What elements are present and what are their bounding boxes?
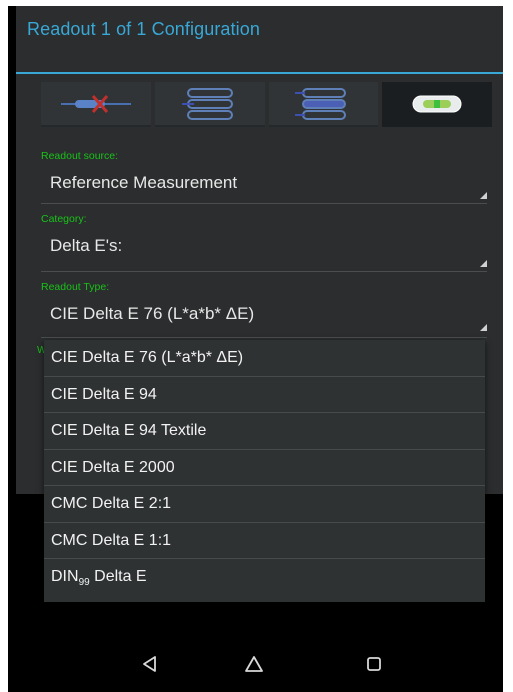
readout-capsule-icon (412, 95, 462, 112)
nav-back-button[interactable] (130, 644, 170, 684)
field-underline (41, 337, 487, 338)
nav-home-button[interactable] (234, 644, 274, 684)
readout-source-label: Readout source: (41, 150, 119, 162)
option-cie2000[interactable]: CIE Delta E 2000 (44, 450, 485, 486)
tab-bar (41, 82, 492, 127)
device-screen: Readout 1 of 1 Configuration Readout sou… (8, 6, 503, 692)
option-cie94[interactable]: CIE Delta E 94 (44, 377, 485, 413)
readout-type-select[interactable]: CIE Delta E 76 (L*a*b* ΔE) (50, 304, 254, 324)
dialog-title: Readout 1 of 1 Configuration (27, 19, 260, 39)
option-din99-rest: Delta E (89, 568, 147, 585)
category-label: Category: (41, 213, 87, 225)
option-cmc-11[interactable]: CMC Delta E 1:1 (44, 523, 485, 559)
option-cmc-21[interactable]: CMC Delta E 2:1 (44, 486, 485, 523)
crossed-probe-icon (60, 94, 131, 113)
nav-recents-button[interactable] (354, 644, 394, 684)
stacked-bars-alt-icon (295, 87, 347, 120)
readout-type-dropdown: CIE Delta E 76 (L*a*b* ΔE) CIE Delta E 9… (44, 340, 485, 602)
recents-square-icon (367, 657, 381, 671)
system-navbar (8, 636, 503, 692)
dropdown-caret-icon (480, 260, 487, 267)
home-icon (245, 656, 263, 672)
option-din99-sub: 99 (78, 577, 90, 589)
category-select[interactable]: Delta E's: (50, 236, 122, 256)
back-triangle-icon (143, 656, 156, 672)
readout-source-select[interactable]: Reference Measurement (50, 173, 237, 193)
dropdown-caret-icon (480, 192, 487, 199)
tab-readout[interactable] (382, 82, 492, 127)
field-underline (41, 271, 487, 272)
title-divider (16, 72, 503, 74)
tab-stack-b[interactable] (268, 82, 379, 127)
option-cie76[interactable]: CIE Delta E 76 (L*a*b* ΔE) (44, 340, 485, 377)
option-cie94-textile[interactable]: CIE Delta E 94 Textile (44, 413, 485, 450)
field-underline (41, 203, 487, 204)
tab-stack-a[interactable] (154, 82, 265, 127)
stacked-bars-icon (181, 87, 233, 120)
option-din99[interactable]: DIN99 Delta E (44, 559, 485, 596)
dropdown-caret-icon (480, 324, 487, 331)
option-din99-main: DIN (51, 568, 79, 585)
readout-type-label: Readout Type: (41, 281, 110, 293)
tab-probe[interactable] (41, 82, 151, 127)
